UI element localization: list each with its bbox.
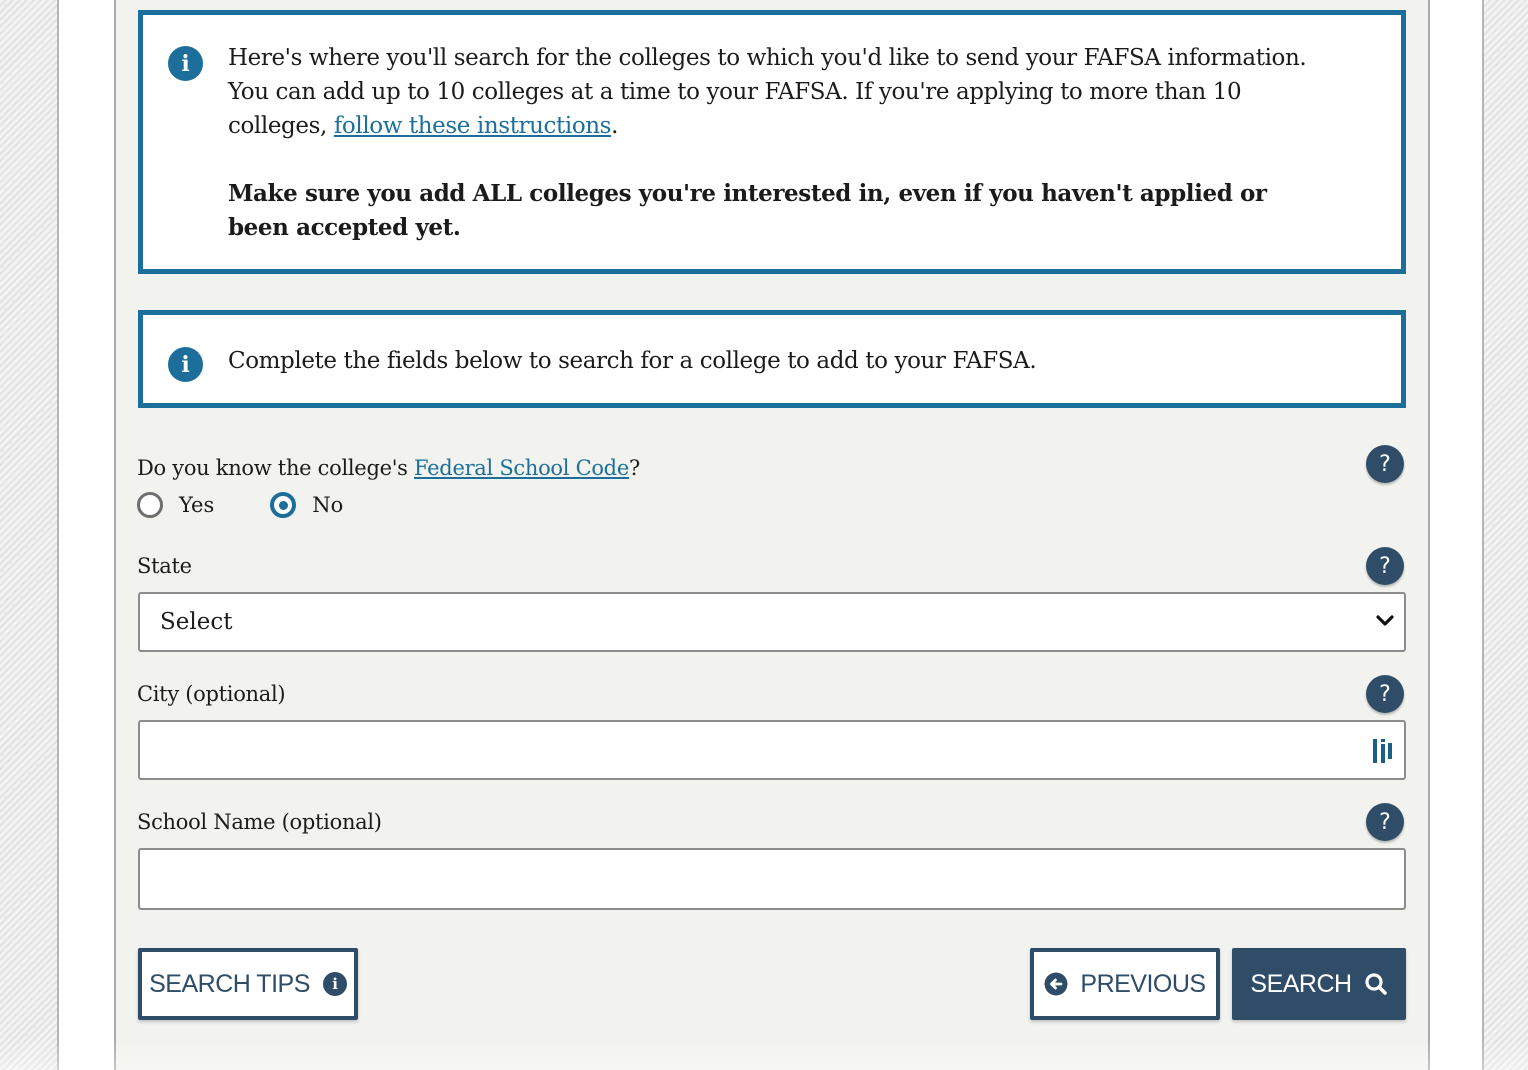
school-code-question: Do you know the college's Federal School… — [137, 456, 640, 480]
radio-label-yes: Yes — [179, 493, 215, 517]
search-tips-label: SEARCH TIPS — [149, 969, 310, 998]
info-alert-complete-fields: i Complete the fields below to search fo… — [138, 310, 1406, 408]
search-tips-button[interactable]: SEARCH TIPS i — [138, 948, 358, 1020]
info-icon: i — [322, 972, 347, 996]
help-button-state[interactable]: ? — [1366, 547, 1404, 585]
alert-body: Complete the fields below to search for … — [228, 348, 1037, 374]
alert-bold-note: Make sure you add ALL colleges you're in… — [228, 180, 1267, 241]
help-button-city[interactable]: ? — [1366, 675, 1404, 713]
school-name-label: School Name (optional) — [137, 810, 382, 834]
info-alert-instructions: i Here's where you'll search for the col… — [138, 10, 1406, 274]
previous-label: PREVIOUS — [1080, 969, 1206, 998]
radio-option-no[interactable]: No — [270, 492, 343, 518]
radio-label-no: No — [312, 493, 344, 517]
info-icon: i — [168, 347, 203, 382]
radio-no[interactable] — [270, 492, 297, 518]
info-icon: i — [168, 46, 203, 81]
federal-school-code-link[interactable]: Federal School Code — [414, 456, 629, 480]
arrow-left-circle-icon — [1044, 972, 1068, 996]
city-label: City (optional) — [137, 682, 286, 706]
city-input[interactable] — [140, 722, 1404, 778]
question-mark-icon: ? — [1379, 553, 1391, 579]
state-select[interactable]: Select — [138, 592, 1406, 652]
state-select-value: Select — [160, 609, 233, 635]
follow-instructions-link[interactable]: follow these instructions — [334, 113, 612, 139]
school-name-field[interactable] — [138, 848, 1406, 910]
question-mark-icon: ? — [1379, 451, 1391, 477]
radio-yes[interactable] — [137, 492, 163, 518]
school-code-radio-group: Yes No — [137, 488, 399, 522]
alert-text-after-link: . — [611, 113, 619, 139]
radio-option-yes[interactable]: Yes — [137, 492, 214, 518]
previous-button[interactable]: PREVIOUS — [1030, 948, 1220, 1020]
question-mark-icon: ? — [1379, 681, 1391, 707]
help-button-school-code[interactable]: ? — [1366, 445, 1404, 483]
chevron-down-icon — [1376, 615, 1394, 626]
password-manager-icon[interactable] — [1372, 737, 1394, 765]
state-label: State — [137, 554, 192, 578]
help-button-school-name[interactable]: ? — [1366, 803, 1404, 841]
alert-paragraph: Here's where you'll search for the colle… — [228, 41, 1331, 143]
question-mark-icon: ? — [1379, 809, 1391, 835]
search-button[interactable]: SEARCH — [1232, 948, 1406, 1020]
city-field[interactable] — [138, 720, 1406, 780]
question-prefix: Do you know the college's — [137, 456, 415, 480]
alert-body: Here's where you'll search for the colle… — [228, 41, 1331, 245]
school-name-input[interactable] — [140, 850, 1404, 908]
search-label: SEARCH — [1250, 969, 1352, 998]
search-icon — [1364, 973, 1387, 995]
question-suffix: ? — [628, 456, 640, 480]
